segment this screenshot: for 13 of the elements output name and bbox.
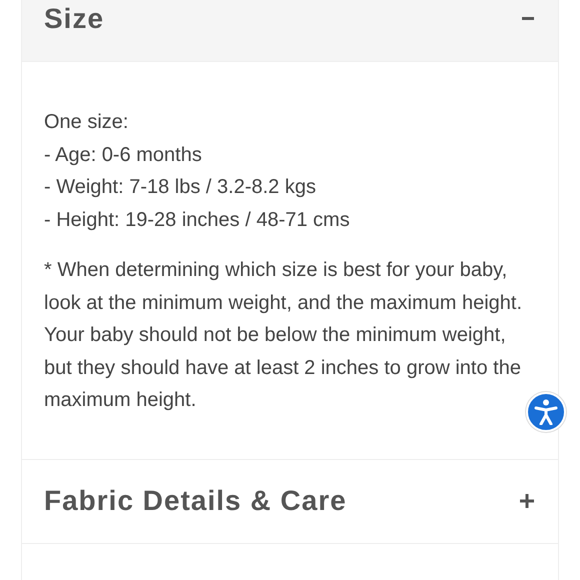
- size-detail: - Height: 19-28 inches / 48-71 cms: [44, 208, 351, 232]
- size-note: * When determining which size is best for your baby, look at the minimum weight, and the maximum height. Your baby should not be below the minimum weight, but they should have at least 2 inches to grow into the maximum height.: [44, 258, 523, 413]
- section-title: Fabric Details & Care: [44, 485, 347, 517]
- accordion-header[interactable]: Fabric Details & Care: [22, 460, 558, 544]
- size-detail: - Weight: 7-18 lbs / 3.2-8.2 kgs: [44, 175, 317, 200]
- size-detail: One size:: [44, 110, 130, 135]
- size-detail: - Age: 0-6 months: [44, 142, 203, 168]
- minus-icon[interactable]: [522, 16, 534, 20]
- plus-icon[interactable]: [520, 494, 534, 508]
- section-title: Size: [44, 2, 104, 34]
- accessibility-button[interactable]: [526, 392, 566, 432]
- person-icon: [534, 399, 558, 425]
- accordion-header[interactable]: Size: [22, 0, 558, 62]
